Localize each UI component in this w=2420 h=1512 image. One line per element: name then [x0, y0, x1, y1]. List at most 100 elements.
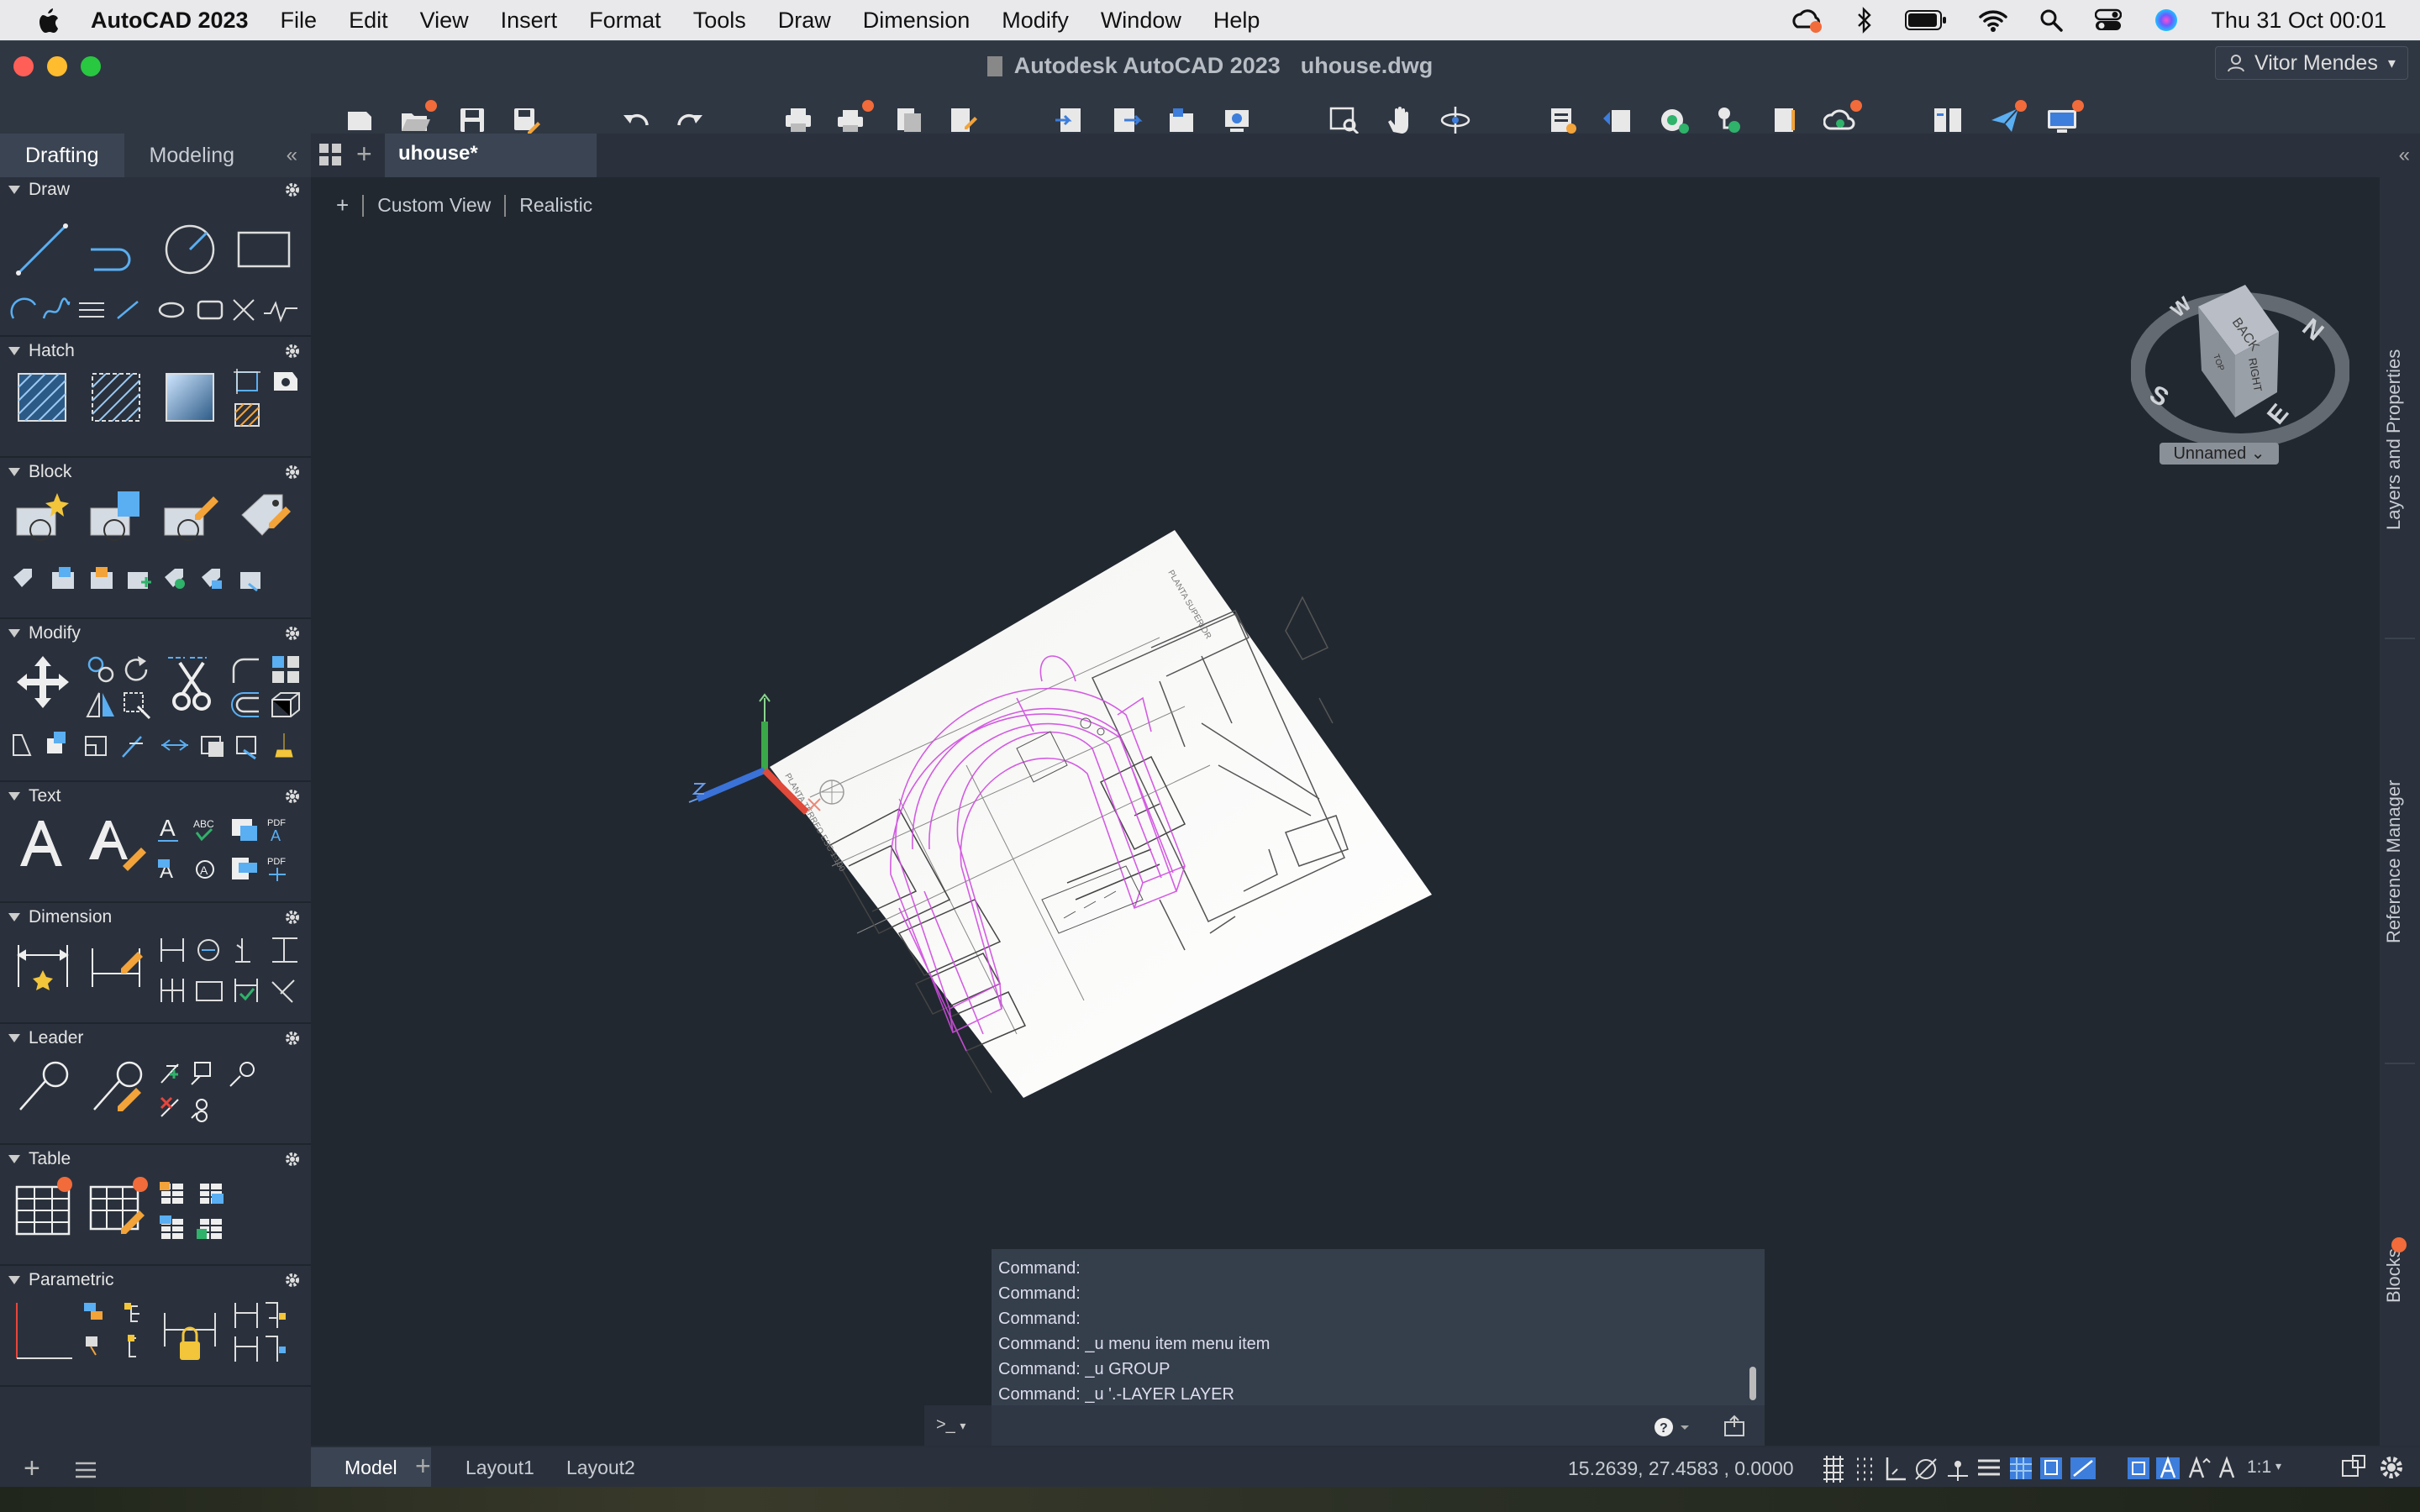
- battery-icon[interactable]: [1905, 9, 1947, 31]
- save-icon[interactable]: [455, 103, 489, 137]
- start-tab-grid-icon[interactable]: [318, 142, 343, 167]
- undo-icon[interactable]: [618, 103, 652, 137]
- array-icon[interactable]: [269, 654, 302, 685]
- menubar-clock[interactable]: Thu 31 Oct 00:01: [2211, 8, 2386, 34]
- new-file-icon[interactable]: [343, 103, 376, 137]
- plot-icon[interactable]: [781, 103, 815, 137]
- region-icon[interactable]: [232, 401, 262, 429]
- polyline-tool-icon[interactable]: [87, 221, 145, 278]
- orbit-icon[interactable]: [1439, 103, 1472, 137]
- text-small-tools-grid[interactable]: A ABC PDFAA APDF: [156, 814, 304, 885]
- layers-properties-tab[interactable]: Layers and Properties: [2383, 349, 2405, 530]
- single-line-text-icon[interactable]: [86, 816, 148, 871]
- offset-icon[interactable]: [229, 690, 262, 720]
- status-toggles-right[interactable]: [2126, 1454, 2244, 1483]
- compare-icon[interactable]: [1931, 103, 1965, 137]
- table-button[interactable]: [13, 1177, 72, 1237]
- annotation-scale-value[interactable]: 1:1: [2247, 1457, 2271, 1478]
- siri-icon[interactable]: [2154, 8, 2179, 33]
- menu-draw[interactable]: Draw: [778, 8, 831, 34]
- gear-icon[interactable]: [284, 909, 301, 926]
- stretch-icon[interactable]: [121, 690, 155, 720]
- wipeout-icon[interactable]: [271, 367, 301, 396]
- viewcube-compass-ring[interactable]: BACK RIGHT TOP N E S W: [2131, 278, 2349, 446]
- redo-icon[interactable]: [674, 103, 708, 137]
- section-parametric-header[interactable]: Parametric: [0, 1268, 311, 1293]
- collapse-palette-icon[interactable]: «: [287, 144, 297, 167]
- boundary-icon[interactable]: [232, 367, 262, 396]
- document-tab-uhouse[interactable]: uhouse*: [385, 134, 597, 177]
- match-layer-icon[interactable]: [1712, 103, 1746, 137]
- creative-cloud-icon[interactable]: [1791, 7, 1824, 34]
- pan-hand-icon[interactable]: [1383, 103, 1417, 137]
- user-account-menu[interactable]: Vitor Mendes ▾: [2215, 46, 2408, 80]
- menu-view[interactable]: View: [420, 8, 469, 34]
- bluetooth-icon[interactable]: [1856, 7, 1873, 34]
- block-small-tools-row[interactable]: [12, 564, 302, 597]
- open-file-button[interactable]: [398, 100, 437, 137]
- command-input[interactable]: [992, 1409, 1664, 1442]
- fillet-icon[interactable]: [229, 654, 262, 685]
- import-icon[interactable]: [1054, 103, 1087, 137]
- autodesk-app-store-button[interactable]: [2045, 100, 2084, 137]
- modify-small-tools-row[interactable]: [10, 728, 304, 762]
- section-modify-header[interactable]: Modify: [0, 621, 311, 646]
- rectangle-tool-icon[interactable]: [235, 221, 292, 278]
- batch-plot-button[interactable]: [835, 100, 874, 137]
- settings-gear-icon[interactable]: [2378, 1454, 2405, 1481]
- menu-dimension[interactable]: Dimension: [863, 8, 971, 34]
- menu-help[interactable]: Help: [1213, 8, 1260, 34]
- add-layout-icon[interactable]: +: [415, 1451, 431, 1482]
- dimension-style-icon[interactable]: [87, 937, 146, 995]
- multileader-style-icon[interactable]: [87, 1059, 146, 1118]
- menu-window[interactable]: Window: [1101, 8, 1181, 34]
- palette-list-icon[interactable]: [74, 1461, 97, 1479]
- gear-icon[interactable]: [284, 1151, 301, 1168]
- status-toggles[interactable]: [1820, 1454, 2101, 1483]
- collapse-right-panel-icon[interactable]: «: [2399, 144, 2410, 167]
- apple-icon[interactable]: [34, 6, 62, 34]
- block-attribute-icon[interactable]: [235, 490, 294, 549]
- save-as-icon[interactable]: [509, 103, 543, 137]
- command-prompt[interactable]: >_ ▾: [924, 1405, 992, 1446]
- menu-edit[interactable]: Edit: [349, 8, 388, 34]
- zoom-window-icon[interactable]: [1328, 103, 1361, 137]
- section-table-header[interactable]: Table: [0, 1147, 311, 1172]
- insert-block-icon[interactable]: [87, 490, 146, 549]
- menu-file[interactable]: File: [281, 8, 318, 34]
- section-block-header[interactable]: Block: [0, 459, 311, 485]
- table-style-button[interactable]: [87, 1177, 148, 1237]
- viewcube[interactable]: BACK RIGHT TOP N E S W Unnamed ⌄: [2131, 278, 2349, 465]
- copy-icon[interactable]: [84, 654, 118, 685]
- dimension-small-tools-grid[interactable]: [158, 935, 306, 1005]
- menu-app-name[interactable]: AutoCAD 2023: [91, 8, 249, 34]
- trim-scissors-icon[interactable]: [165, 654, 218, 717]
- mirror-icon[interactable]: [84, 690, 118, 720]
- tab-drafting[interactable]: Drafting: [0, 134, 124, 177]
- command-customize-icon[interactable]: [1723, 1414, 1748, 1439]
- menu-format[interactable]: Format: [589, 8, 661, 34]
- layer-properties-icon[interactable]: [1546, 103, 1580, 137]
- reference-manager-tab[interactable]: Reference Manager: [2383, 780, 2405, 943]
- plot-preview-icon[interactable]: [892, 103, 926, 137]
- multileader-icon[interactable]: [13, 1059, 72, 1118]
- tab-modeling[interactable]: Modeling: [124, 134, 260, 177]
- help-icon[interactable]: ?: [1654, 1417, 1691, 1437]
- gear-icon[interactable]: [284, 625, 301, 642]
- attach-icon[interactable]: [1165, 103, 1198, 137]
- layout-tab-1[interactable]: Layout1: [447, 1447, 553, 1488]
- 3d-box-icon[interactable]: [269, 690, 302, 720]
- multiline-text-icon[interactable]: [13, 816, 69, 871]
- section-hatch-header[interactable]: Hatch: [0, 339, 311, 364]
- layout-tab-2[interactable]: Layout2: [548, 1447, 654, 1488]
- coordinates-readout[interactable]: 15.2639, 27.4583 , 0.0000: [1568, 1457, 1794, 1480]
- workspace-switch-icon[interactable]: [2341, 1454, 2368, 1481]
- gear-icon[interactable]: [284, 1030, 301, 1047]
- gear-icon[interactable]: [284, 343, 301, 360]
- gradient-icon[interactable]: [163, 370, 217, 424]
- gear-icon[interactable]: [284, 1272, 301, 1289]
- section-text-header[interactable]: Text: [0, 784, 311, 809]
- menu-modify[interactable]: Modify: [1002, 8, 1069, 34]
- leader-small-tools-grid[interactable]: [158, 1058, 267, 1125]
- draw-small-tools-row[interactable]: [10, 293, 304, 323]
